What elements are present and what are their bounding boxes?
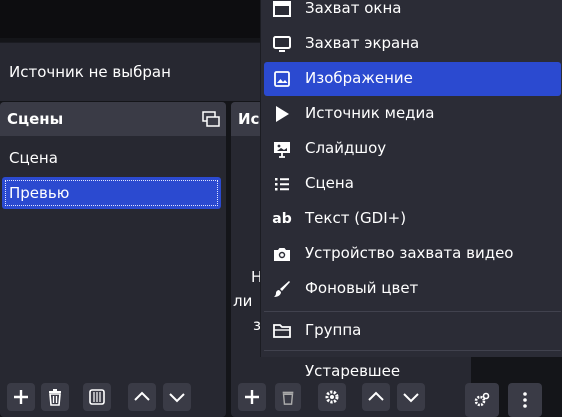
menu-item-label: Фоновый цвет	[305, 279, 419, 297]
add-scene-button[interactable]	[7, 383, 35, 411]
scenes-dock-header: Сцены	[0, 102, 226, 136]
menu-item-background-color[interactable]: Фоновый цвет	[264, 272, 561, 306]
scene-item-selected[interactable]: Превью	[2, 177, 221, 209]
menu-separator	[264, 350, 561, 351]
scene-item-label: Сцена	[9, 149, 58, 167]
chevron-down-icon	[403, 393, 419, 403]
scenes-dock: Сцены Сцена Превью	[0, 102, 226, 417]
window-capture-icon	[272, 0, 292, 19]
scene-filters-button[interactable]	[83, 383, 111, 411]
menu-item-deprecated[interactable]: Устаревшее	[264, 355, 561, 389]
gear-icon	[474, 392, 490, 407]
trash-icon	[49, 389, 61, 406]
brush-icon	[272, 279, 292, 299]
image-icon	[272, 69, 292, 89]
list-icon	[272, 174, 292, 194]
empty-hint-line: ли	[233, 292, 253, 310]
menu-item-label: Захват экрана	[305, 34, 420, 52]
menu-item-window-capture[interactable]: Захват окна	[264, 0, 561, 26]
menu-item-group[interactable]: Группа	[264, 314, 561, 348]
camera-icon	[272, 244, 292, 264]
trash-icon	[282, 391, 294, 405]
text-icon: ab	[272, 211, 292, 227]
menu-item-label: Захват окна	[305, 0, 402, 17]
scene-item[interactable]: Сцена	[2, 142, 221, 174]
add-source-menu: Захват окна Захват экрана Изображение Ис…	[260, 0, 562, 380]
menu-item-label: Слайдшоу	[305, 139, 387, 157]
menu-item-label: Изображение	[305, 69, 413, 87]
chevron-down-icon	[169, 393, 185, 403]
kebab-menu-icon	[523, 392, 527, 408]
move-scene-down-button[interactable]	[163, 383, 191, 411]
menu-item-screen-capture[interactable]: Захват экрана	[264, 27, 561, 61]
menu-item-label: Группа	[305, 321, 362, 339]
menu-item-label: Сцена	[305, 174, 354, 192]
menu-item-label: Устройство захвата видео	[305, 244, 514, 262]
gear-icon	[325, 390, 339, 404]
menu-item-label: Источник медиа	[305, 104, 435, 122]
scenes-dock-title: Сцены	[7, 110, 64, 128]
slideshow-icon	[272, 139, 292, 159]
menu-item-label: Устаревшее	[305, 362, 401, 380]
no-source-label: Источник не выбран	[9, 63, 171, 81]
remove-scene-button[interactable]	[41, 383, 69, 411]
menu-item-slideshow[interactable]: Слайдшоу	[264, 132, 561, 166]
sources-dock-title: Ис	[238, 110, 260, 128]
add-source-button[interactable]	[238, 383, 266, 411]
chevron-up-icon	[368, 391, 384, 401]
monitor-icon	[272, 34, 292, 54]
scene-item-label: Превью	[9, 184, 70, 202]
menu-item-image[interactable]: Изображение	[264, 62, 561, 96]
filter-icon	[89, 389, 105, 405]
menu-item-text-gdi[interactable]: ab Текст (GDI+)	[264, 202, 561, 236]
plus-icon	[245, 390, 259, 404]
chevron-up-icon	[134, 391, 150, 401]
folder-icon	[272, 321, 292, 341]
undock-icon[interactable]	[202, 110, 220, 128]
plus-icon	[14, 390, 28, 404]
menu-item-video-capture-device[interactable]: Устройство захвата видео	[264, 237, 561, 271]
menu-item-scene[interactable]: Сцена	[264, 167, 561, 201]
menu-item-label: Текст (GDI+)	[305, 209, 407, 227]
move-scene-up-button[interactable]	[128, 383, 156, 411]
menu-item-media-source[interactable]: Источник медиа	[264, 97, 561, 131]
play-icon	[272, 104, 292, 124]
menu-separator	[264, 311, 561, 312]
